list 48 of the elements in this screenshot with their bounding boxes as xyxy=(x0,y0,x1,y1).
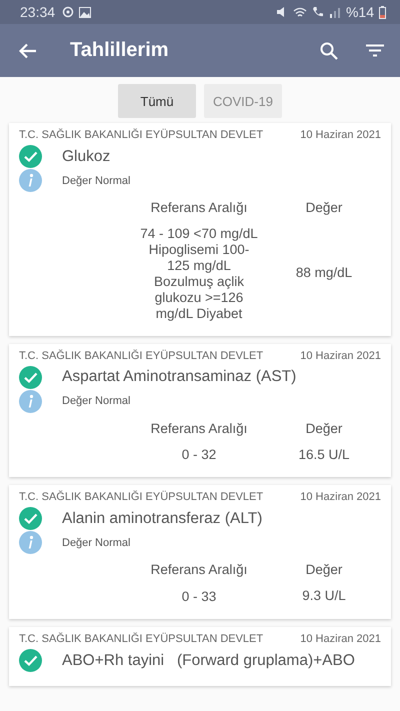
column-header: Referans Aralığı xyxy=(150,200,248,215)
status-time: 23:34 xyxy=(20,4,56,20)
hospital-name: T.C. SAĞLIK BAKANLIĞI EYÜPSULTAN DEVLET xyxy=(19,633,264,646)
test-name: Glukoz xyxy=(62,148,110,166)
result-card[interactable]: T.C. SAĞLIK BAKANLIĞI EYÜPSULTAN DEVLET 10 Haziran 2021 ABO+Rh tayini (Forward gruplama)+ABO xyxy=(9,627,391,686)
signal-icon xyxy=(328,6,341,18)
hospital-name: T.C. SAĞLIK BAKANLIĞI EYÜPSULTAN DEVLET xyxy=(19,350,264,362)
column-header: Değer xyxy=(304,420,344,436)
check-circle-icon xyxy=(19,649,42,672)
reference-range: 74 - 109 <70 mg/dL Hipoglisemi 100-125 mg/dL Bozulmuş açlik glukozu >=126 mg/dL Diyabet xyxy=(139,226,259,322)
check-circle-icon xyxy=(19,145,42,168)
result-value: 9.3 U/L xyxy=(301,588,347,606)
status-note: Değer Normal xyxy=(62,174,130,186)
check-circle-icon xyxy=(19,366,42,389)
image-icon xyxy=(79,6,92,18)
check-circle-icon xyxy=(19,507,42,530)
column-header: Değer xyxy=(304,200,344,215)
battery-icon xyxy=(379,6,386,18)
result-value: 16.5 U/L xyxy=(297,446,351,464)
result-date: 10 Haziran 2021 xyxy=(300,129,381,141)
result-date: 10 Haziran 2021 xyxy=(300,350,381,362)
reference-range: 0 - 32 xyxy=(180,447,218,463)
status-note: Değer Normal xyxy=(62,395,130,408)
reference-range: 0 - 33 xyxy=(180,588,218,605)
result-card[interactable]: T.C. SAĞLIK BAKANLIĞI EYÜPSULTAN DEVLET 10 Haziran 2021 Aspartat Aminotransaminaz (AST) Değer Normal Referans Aralığı Değer 0 - 32 16.5 U/L xyxy=(9,344,391,478)
result-date: 10 Haziran 2021 xyxy=(300,491,381,504)
phone-icon xyxy=(312,6,324,18)
battery-level: %14 xyxy=(346,4,374,20)
hospital-name: T.C. SAĞLIK BAKANLIĞI EYÜPSULTAN DEVLET xyxy=(19,491,264,504)
result-date: 10 Haziran 2021 xyxy=(300,633,381,646)
result-card[interactable]: T.C. SAĞLIK BAKANLIĞI EYÜPSULTAN DEVLET 10 Haziran 2021 Alanin aminotransferaz (ALT) Değer Normal Referans Aralığı Değer 0 - 33 9.3 U/L xyxy=(9,485,391,620)
wifi-icon xyxy=(292,6,307,18)
sync-icon xyxy=(62,6,74,18)
result-value: 88 mg/dL xyxy=(294,265,354,282)
test-name: ABO+Rh tayini (Forward gruplama)+ABO xyxy=(62,652,355,670)
status-note: Değer Normal xyxy=(62,536,130,549)
result-card[interactable]: T.C. SAĞLIK BAKANLIĞI EYÜPSULTAN DEVLET 10 Haziran 2021 Glukoz Değer Normal Referans Aralığı Değer 74 - 109 <70 mg/dL Hipoglisemi 100-125 mg/dL Bozulmuş açlik glukozu >=126 mg/dL Diyabet 88 mg/dL xyxy=(9,123,391,336)
column-header: Referans Aralığı xyxy=(150,562,248,578)
back-arrow-icon[interactable] xyxy=(19,42,37,58)
filter-icon[interactable] xyxy=(366,44,384,57)
hospital-name: T.C. SAĞLIK BAKANLIĞI EYÜPSULTAN DEVLET xyxy=(19,129,264,141)
screen-title: Tahlillerim xyxy=(70,39,170,62)
column-header: Değer xyxy=(304,562,344,578)
test-name: Alanin aminotransferaz (ALT) xyxy=(62,510,262,528)
test-name: Aspartat Aminotransaminaz (AST) xyxy=(62,368,296,386)
search-icon[interactable] xyxy=(320,42,338,60)
filter-tab[interactable]: Tümü xyxy=(118,84,196,118)
column-header: Referans Aralığı xyxy=(150,420,248,436)
